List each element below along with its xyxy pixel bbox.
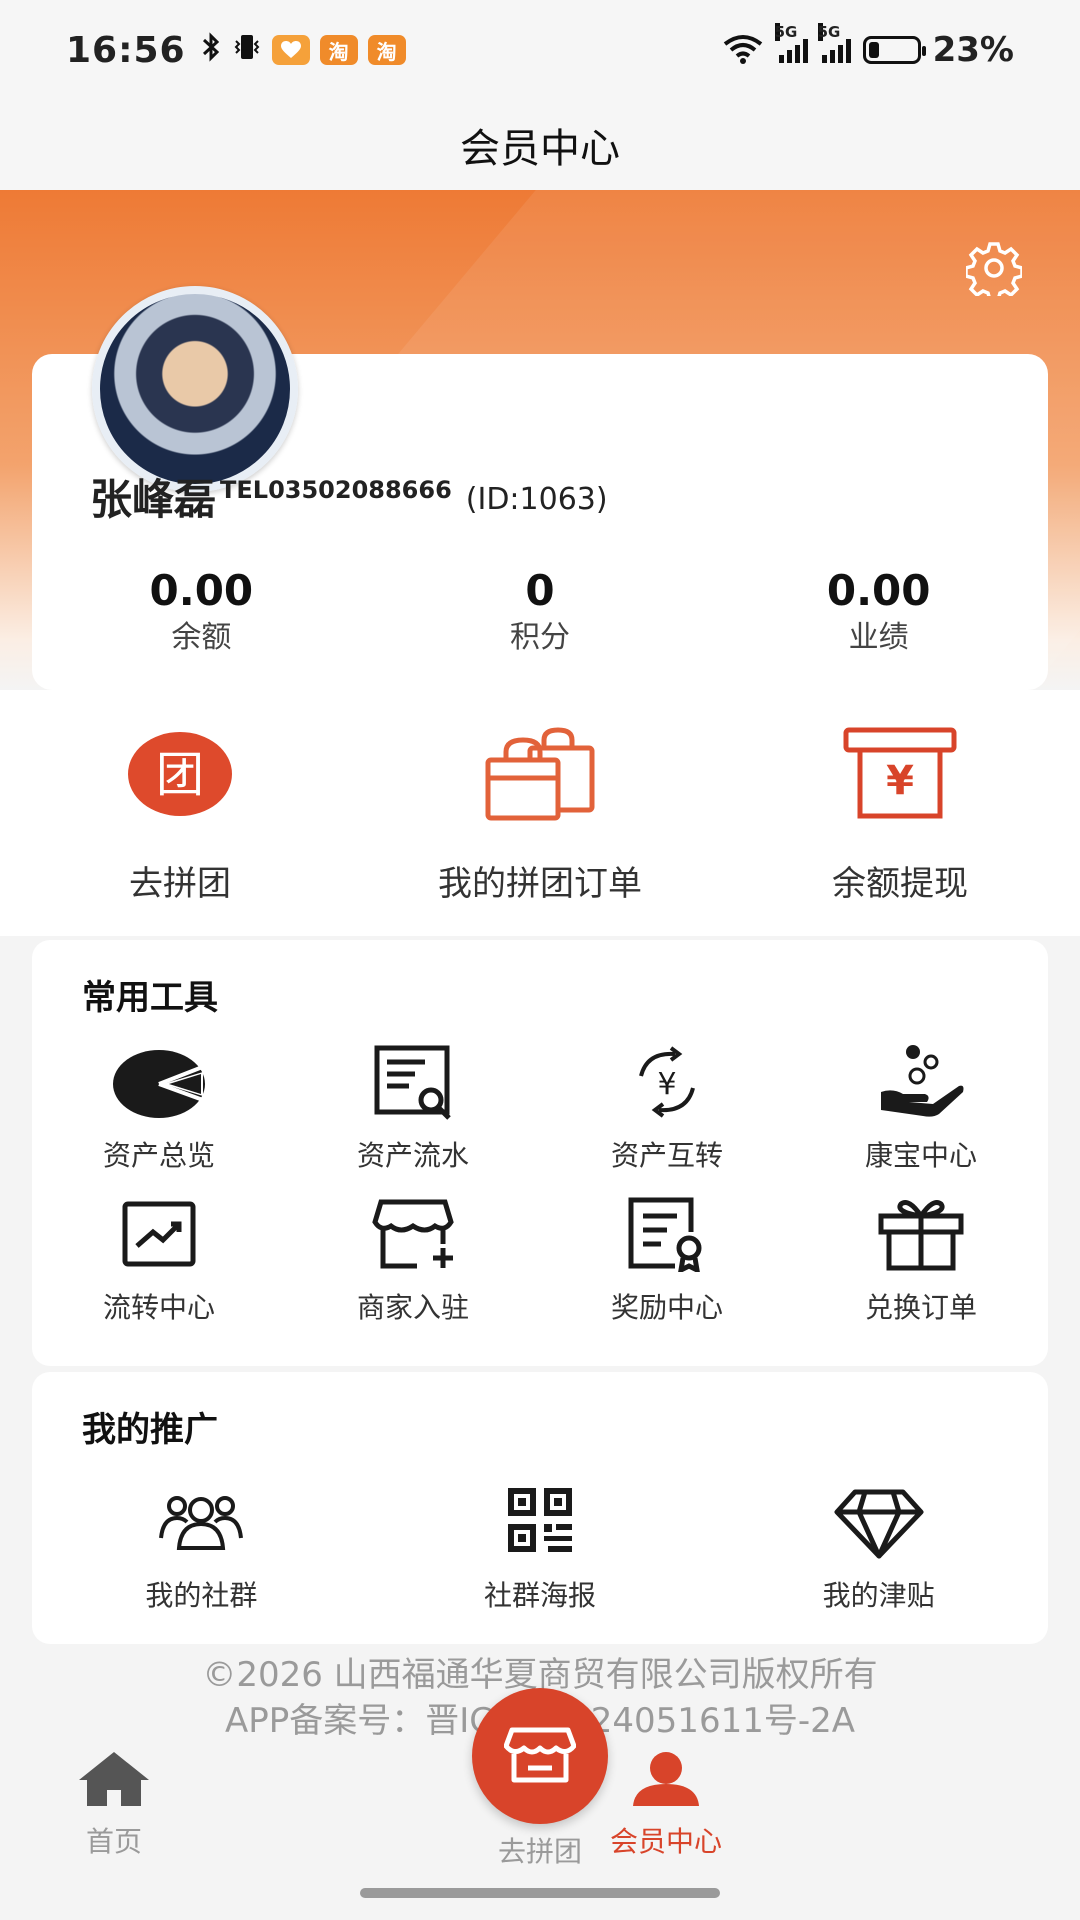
user-tel: TEL03502088666 <box>220 476 452 504</box>
tool-label: 资产总览 <box>102 1139 215 1172</box>
section-title: 我的推广 <box>82 1410 218 1450</box>
user-id: (ID:1063) <box>465 482 608 517</box>
tool-kangbao-center[interactable]: 康宝中心 <box>794 1042 1048 1174</box>
group-buy-icon: 团 <box>120 724 240 824</box>
stat-value: 0.00 <box>826 566 931 615</box>
user-info: 张峰磊 TEL03502088666 (ID:1063) <box>90 472 608 528</box>
user-name: 张峰磊 <box>90 475 217 524</box>
tab-member-center[interactable]: 会员中心 <box>486 1750 846 1880</box>
status-bar: 16:56 淘 淘 5G 5G 23% <box>0 0 1080 100</box>
stat-label: 积分 <box>510 620 570 655</box>
vibrate-icon <box>232 32 262 69</box>
tab-home[interactable]: 首页 <box>0 1750 294 1880</box>
promo-my-community[interactable]: 我的社群 <box>32 1482 371 1614</box>
tab-label: 会员中心 <box>609 1825 722 1858</box>
status-left-icons: 淘 淘 <box>200 31 406 69</box>
taobao-app-icon: 淘 <box>367 35 406 65</box>
common-tools-card: 常用工具 资产总览 资产流水 ¥ 资产互转 康宝中心 流转中心 商家入驻 奖励中… <box>32 940 1048 1366</box>
promo-my-allowance[interactable]: 我的津贴 <box>709 1482 1048 1614</box>
tool-label: 奖励中心 <box>610 1291 723 1324</box>
tool-label: 流转中心 <box>102 1291 215 1324</box>
signal-icon: 5G <box>774 23 808 63</box>
tool-label: 兑换订单 <box>864 1291 977 1324</box>
trend-chart-icon <box>111 1194 207 1274</box>
tool-label: 我的津贴 <box>822 1579 935 1612</box>
gear-icon <box>964 242 1024 302</box>
tools-grid: 资产总览 资产流水 ¥ 资产互转 康宝中心 流转中心 商家入驻 奖励中心 兑换订… <box>32 1042 1048 1326</box>
promo-community-poster[interactable]: 社群海报 <box>371 1482 710 1614</box>
home-icon <box>77 1750 151 1812</box>
quick-action-withdraw[interactable]: ¥ 余额提现 <box>720 690 1080 905</box>
signal-icon: 5G <box>817 23 851 63</box>
bluetooth-icon <box>200 31 222 69</box>
tool-exchange-orders[interactable]: 兑换订单 <box>794 1194 1048 1326</box>
avatar[interactable] <box>92 286 298 492</box>
battery-percent: 23% <box>932 30 1014 70</box>
tool-label: 资产互转 <box>610 1139 723 1172</box>
withdraw-icon: ¥ <box>840 724 960 824</box>
community-icon <box>153 1482 249 1562</box>
hand-coins-icon <box>873 1042 969 1122</box>
quick-action-label: 去拼团 <box>129 864 231 904</box>
status-right-icons: 5G 5G 23% <box>721 23 1014 70</box>
tool-reward-center[interactable]: 奖励中心 <box>540 1194 794 1326</box>
section-title: 常用工具 <box>82 978 218 1018</box>
tool-label: 社群海报 <box>483 1579 596 1612</box>
tool-label: 康宝中心 <box>864 1139 977 1172</box>
pie-chart-icon <box>111 1042 207 1122</box>
my-promotion-card: 我的推广 我的社群 社群海报 我的津贴 <box>32 1372 1048 1644</box>
stat-points[interactable]: 0 积分 <box>371 566 710 660</box>
certificate-icon <box>619 1194 715 1274</box>
stat-label: 业绩 <box>848 620 909 655</box>
qr-code-icon <box>492 1482 588 1562</box>
store-add-icon <box>365 1194 461 1274</box>
gift-icon <box>873 1194 969 1274</box>
user-icon <box>629 1750 703 1812</box>
svg-text:¥: ¥ <box>657 1067 676 1102</box>
tool-asset-overview[interactable]: 资产总览 <box>32 1042 286 1174</box>
shopping-bags-icon <box>480 724 600 824</box>
battery-icon <box>862 36 926 64</box>
tab-label: 首页 <box>85 1825 142 1858</box>
quick-action-label: 我的拼团订单 <box>438 864 642 904</box>
stats-row: 0.00 余额 0 积分 0.00 业绩 <box>32 566 1048 660</box>
tool-label: 资产流水 <box>356 1139 469 1172</box>
tool-asset-transfer[interactable]: ¥ 资产互转 <box>540 1042 794 1174</box>
tool-label: 我的社群 <box>145 1579 258 1612</box>
wifi-icon <box>721 32 765 68</box>
quick-action-group-buy[interactable]: 团 去拼团 <box>0 690 360 905</box>
status-time: 16:56 <box>66 29 186 71</box>
stat-label: 余额 <box>171 620 232 655</box>
ledger-search-icon <box>365 1042 461 1122</box>
stat-value: 0 <box>525 566 555 615</box>
svg-text:¥: ¥ <box>886 758 914 804</box>
heart-app-icon <box>271 35 310 65</box>
taobao-app-icon: 淘 <box>319 35 358 65</box>
currency-exchange-icon: ¥ <box>619 1042 715 1122</box>
diamond-icon <box>831 1482 927 1562</box>
home-indicator <box>360 1888 720 1898</box>
quick-actions: 团 去拼团 我的拼团订单 ¥ 余额提现 <box>0 690 1080 936</box>
settings-button[interactable] <box>964 240 1024 302</box>
quick-action-label: 余额提现 <box>832 864 968 904</box>
stat-performance[interactable]: 0.00 业绩 <box>709 566 1048 660</box>
tool-asset-ledger[interactable]: 资产流水 <box>286 1042 540 1174</box>
tool-circulation-center[interactable]: 流转中心 <box>32 1194 286 1326</box>
stat-balance[interactable]: 0.00 余额 <box>32 566 371 660</box>
page-title: 会员中心 <box>0 100 1080 190</box>
promotion-grid: 我的社群 社群海报 我的津贴 <box>32 1482 1048 1614</box>
stat-value: 0.00 <box>149 566 254 615</box>
quick-action-my-orders[interactable]: 我的拼团订单 <box>360 690 720 905</box>
tool-label: 商家入驻 <box>356 1291 469 1324</box>
tool-merchant-join[interactable]: 商家入驻 <box>286 1194 540 1326</box>
svg-text:团: 团 <box>156 747 204 803</box>
